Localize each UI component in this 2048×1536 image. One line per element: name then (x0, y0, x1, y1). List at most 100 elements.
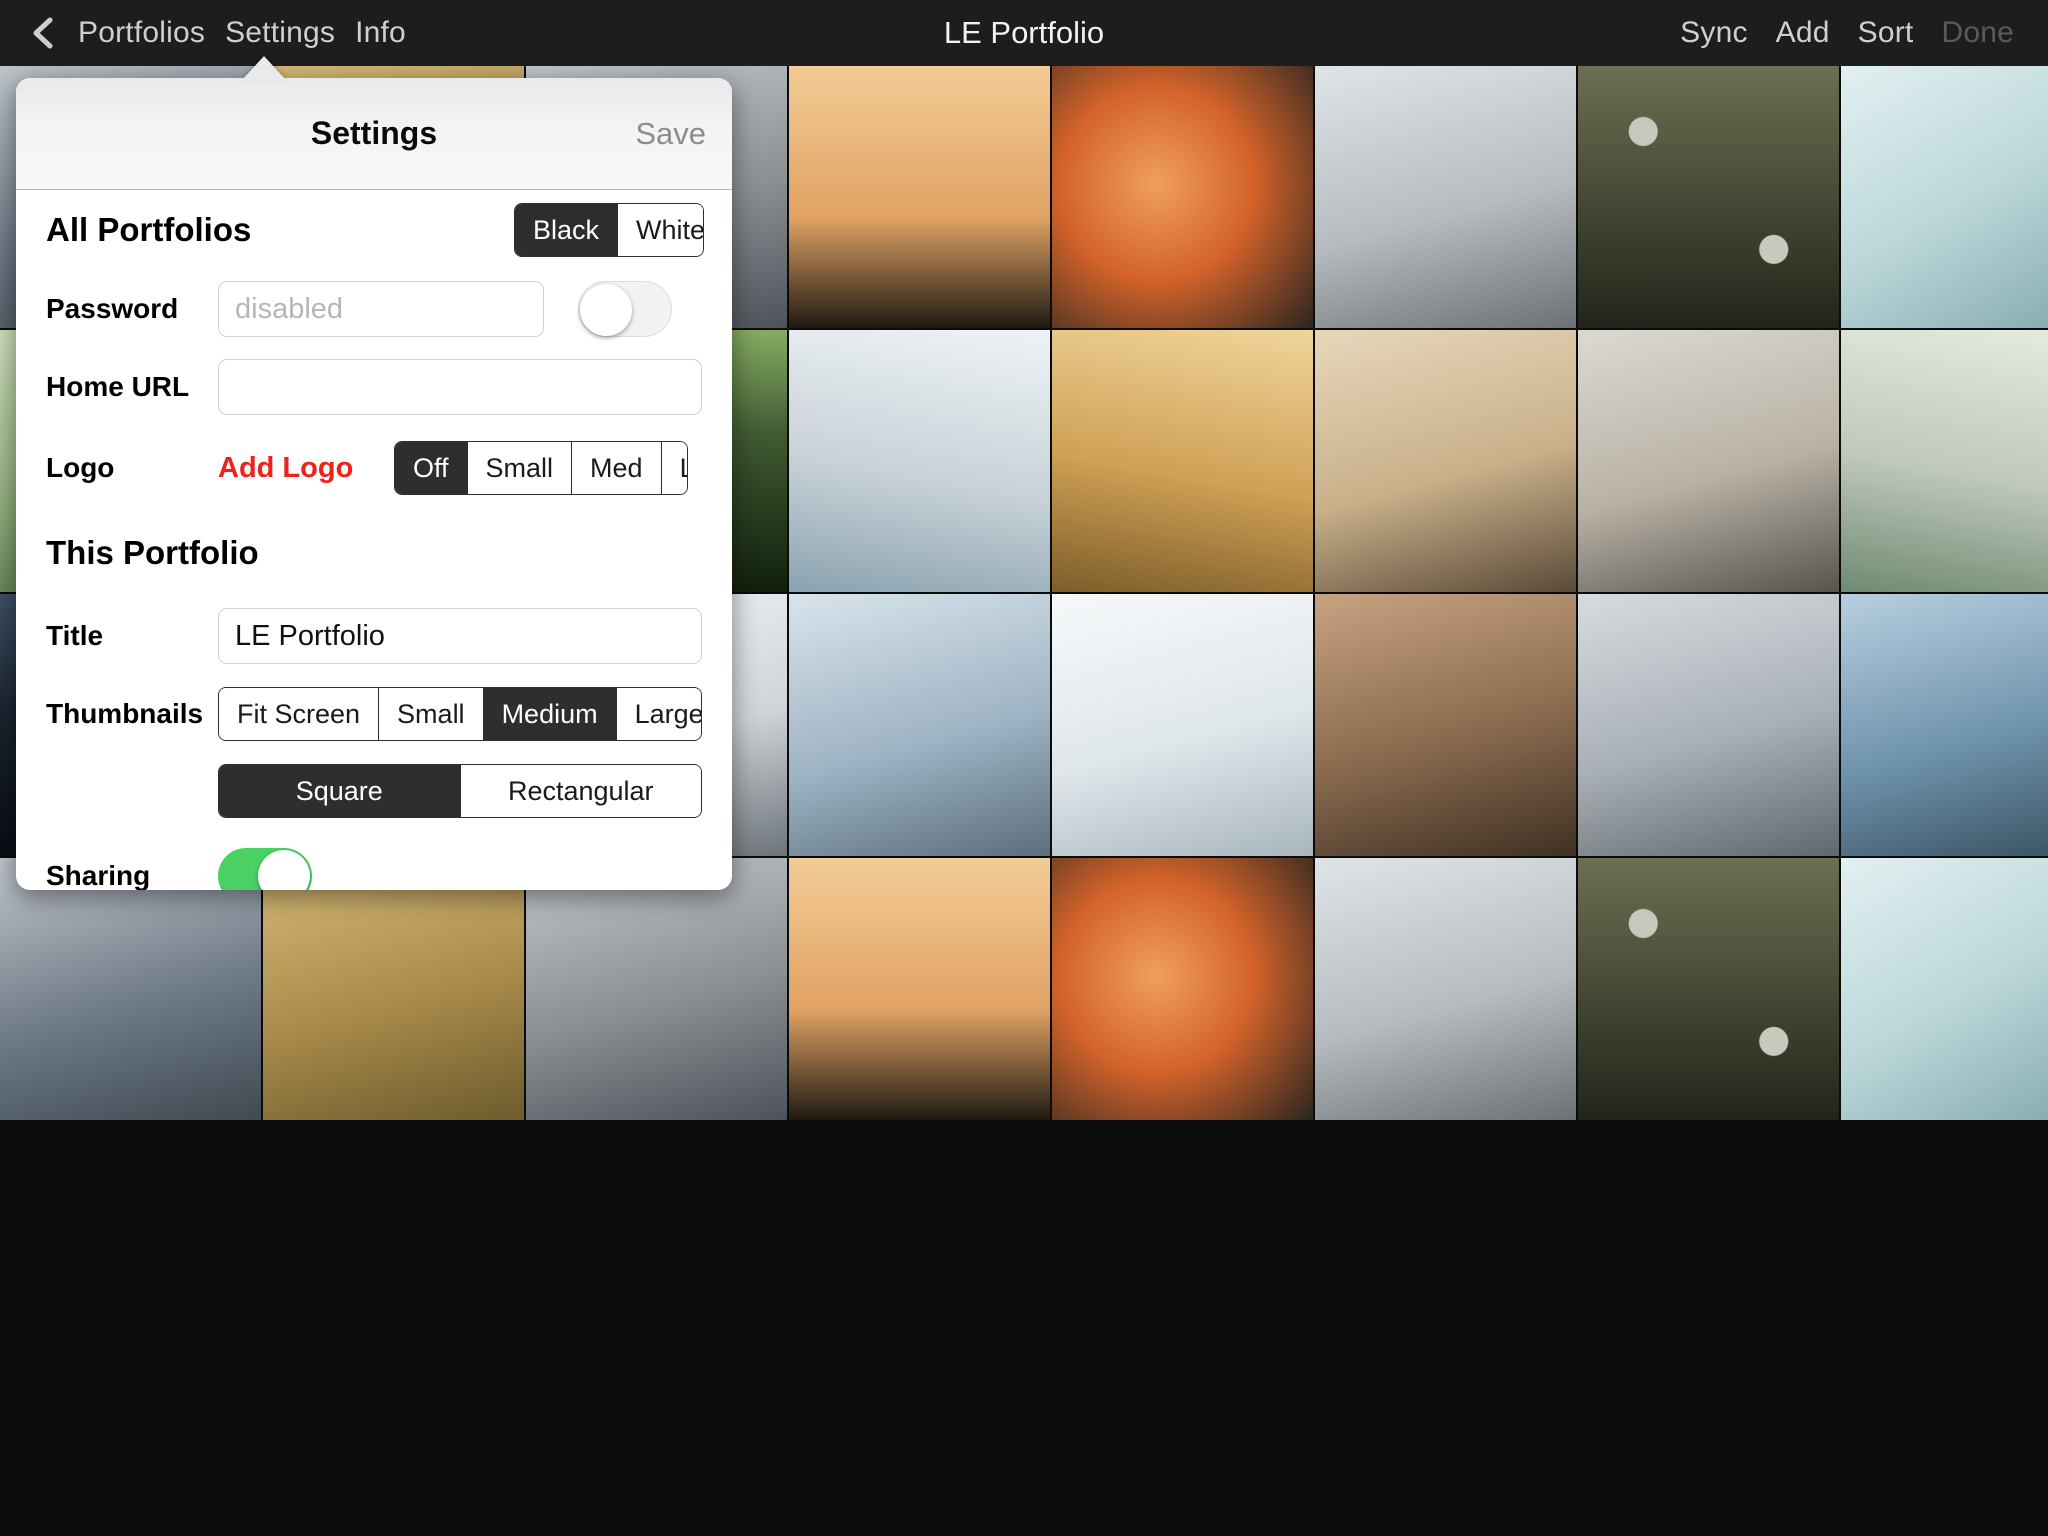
top-navbar: Portfolios Settings Info LE Portfolio Sy… (0, 0, 2048, 66)
photo-thumbnail[interactable] (1315, 858, 1576, 1120)
logo-size-option-med[interactable]: Med (572, 442, 662, 494)
add-button[interactable]: Add (1766, 16, 1840, 50)
title-label: Title (46, 620, 104, 651)
photo-thumbnail[interactable] (1578, 594, 1839, 856)
thumbnails-size-row: Thumbnails Fit Screen Small Medium Large (16, 676, 732, 752)
thumbnail-size-segmented-control[interactable]: Fit Screen Small Medium Large (218, 687, 702, 741)
popover-pointer-arrow (242, 56, 286, 80)
photo-thumbnail[interactable] (1052, 858, 1313, 1120)
this-portfolio-heading: This Portfolio (46, 534, 259, 571)
sort-button[interactable]: Sort (1848, 16, 1924, 50)
done-button[interactable]: Done (1931, 16, 2024, 50)
sync-button[interactable]: Sync (1670, 16, 1758, 50)
blurred-orange-bokeh (1052, 858, 1313, 1120)
logo-row: Logo Add Logo Off Small Med Large (16, 426, 732, 510)
blue-abstract (1841, 594, 2048, 856)
password-row: Password disabled (16, 270, 732, 348)
photo-thumbnail[interactable] (1578, 858, 1839, 1120)
logo-size-option-large[interactable]: Large (661, 442, 687, 494)
iceberg-blue (1841, 66, 2048, 328)
orange-sunset-birds (789, 858, 1050, 1120)
apartment-block (1315, 858, 1576, 1120)
title-row: Title LE Portfolio (16, 596, 732, 676)
photo-thumbnail[interactable] (1315, 66, 1576, 328)
app-screen: Portfolios Settings Info LE Portfolio Sy… (0, 0, 2048, 1536)
photo-thumbnail[interactable] (789, 594, 1050, 856)
sharing-label: Sharing (46, 860, 151, 890)
sharing-toggle-knob (258, 850, 310, 890)
thumbnails-label: Thumbnails (46, 698, 204, 729)
thumbnail-size-option-medium[interactable]: Medium (483, 688, 617, 740)
photo-thumbnail[interactable] (0, 858, 261, 1120)
stone-pattern-field (1578, 858, 1839, 1120)
lagoon-dunes-aerial (1841, 330, 2048, 592)
thumbnail-size-option-small[interactable]: Small (379, 688, 484, 740)
password-toggle[interactable] (578, 281, 672, 337)
home-url-row: Home URL (16, 348, 732, 426)
blurred-orange-bokeh (1052, 66, 1313, 328)
back-to-portfolios-button[interactable]: Portfolios (68, 16, 215, 50)
golden-sand-dunes (1052, 330, 1313, 592)
settings-popover: Settings Save All Portfolios Black White… (16, 78, 732, 890)
home-url-input[interactable] (218, 359, 702, 415)
dead-trees-desert (1578, 330, 1839, 592)
all-portfolios-section-row: All Portfolios Black White (16, 190, 732, 270)
save-button[interactable]: Save (635, 116, 706, 152)
thumbnail-shape-option-square[interactable]: Square (219, 765, 461, 817)
portfolio-title-input[interactable]: LE Portfolio (218, 608, 702, 664)
white-dune-lagoon (789, 330, 1050, 592)
logo-size-segmented-control[interactable]: Off Small Med Large (394, 441, 688, 495)
mountain-cliff (0, 858, 261, 1120)
photo-thumbnail[interactable] (1052, 66, 1313, 328)
password-toggle-knob (580, 284, 632, 336)
photo-thumbnail[interactable] (789, 858, 1050, 1120)
photo-thumbnail[interactable] (1841, 858, 2048, 1120)
password-label: Password (46, 293, 179, 324)
thumbnails-shape-row: Square Rectangular (16, 752, 732, 830)
navbar-right-group: Sync Add Sort Done (1670, 16, 2048, 50)
stone-pattern-field (1578, 66, 1839, 328)
logo-size-option-small[interactable]: Small (467, 442, 573, 494)
theme-option-black[interactable]: Black (515, 204, 619, 256)
photo-thumbnail[interactable] (1841, 66, 2048, 328)
sharing-toggle[interactable] (218, 848, 312, 890)
photo-thumbnail[interactable] (1052, 594, 1313, 856)
photo-thumbnail[interactable] (789, 66, 1050, 328)
tower-skyline (789, 594, 1050, 856)
logo-label: Logo (46, 452, 115, 483)
thumbnail-size-option-large[interactable]: Large (616, 688, 701, 740)
popover-header: Settings Save (16, 78, 732, 190)
building-facade-grid (1578, 594, 1839, 856)
popover-body: All Portfolios Black White Password disa… (16, 190, 732, 890)
logo-size-option-off[interactable]: Off (395, 442, 468, 494)
theme-option-white[interactable]: White (618, 204, 703, 256)
iceberg-blue (1841, 858, 2048, 1120)
photo-thumbnail[interactable] (789, 330, 1050, 592)
photo-thumbnail[interactable] (1841, 330, 2048, 592)
stone-on-sand (1315, 330, 1576, 592)
popover-title: Settings (310, 115, 438, 151)
chevron-left-icon[interactable] (30, 16, 56, 50)
navbar-left-group: Portfolios Settings Info (0, 16, 416, 50)
photo-thumbnail[interactable] (1052, 330, 1313, 592)
photo-thumbnail[interactable] (263, 858, 524, 1120)
orange-sunset-birds (789, 66, 1050, 328)
add-logo-button[interactable]: Add Logo (218, 452, 394, 485)
sharing-row: Sharing (16, 830, 732, 890)
settings-tab-button[interactable]: Settings (215, 16, 345, 50)
photo-thumbnail[interactable] (1578, 66, 1839, 328)
theme-segmented-control[interactable]: Black White (514, 203, 704, 257)
info-tab-button[interactable]: Info (345, 16, 416, 50)
guanaco-grassland (263, 858, 524, 1120)
photo-thumbnail[interactable] (1841, 594, 2048, 856)
thumbnail-shape-option-rectangular[interactable]: Rectangular (460, 765, 701, 817)
photo-thumbnail[interactable] (1315, 330, 1576, 592)
photo-thumbnail[interactable] (1578, 330, 1839, 592)
photo-thumbnail[interactable] (526, 858, 787, 1120)
thumbnail-shape-segmented-control[interactable]: Square Rectangular (218, 764, 702, 818)
password-input[interactable]: disabled (218, 281, 544, 337)
apartment-block (1315, 66, 1576, 328)
photo-thumbnail[interactable] (1315, 594, 1576, 856)
city-highway-aerial (526, 858, 787, 1120)
thumbnail-size-option-fit-screen[interactable]: Fit Screen (219, 688, 380, 740)
